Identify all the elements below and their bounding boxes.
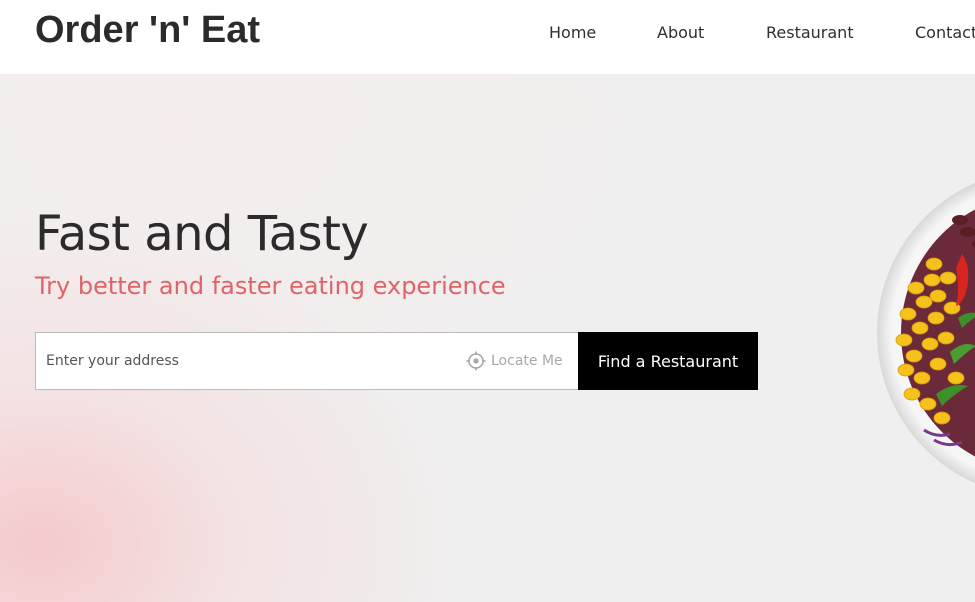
nav-link-home[interactable]: Home — [549, 23, 596, 42]
nav-link-about[interactable]: About — [657, 23, 704, 42]
site-header: Order 'n' Eat Home About Restaurant Cont… — [0, 0, 975, 74]
address-input[interactable] — [46, 345, 446, 377]
nav-link-restaurant[interactable]: Restaurant — [766, 23, 854, 42]
locate-me-button[interactable]: Locate Me — [466, 350, 563, 372]
nav-link-contact[interactable]: Contact — [915, 23, 975, 42]
site-logo[interactable]: Order 'n' Eat — [35, 9, 260, 52]
locate-me-label: Locate Me — [491, 353, 563, 369]
find-restaurant-button[interactable]: Find a Restaurant — [578, 332, 758, 390]
salad-bowl-image — [876, 168, 975, 498]
page: Order 'n' Eat Home About Restaurant Cont… — [0, 0, 975, 602]
address-search-box: Locate Me — [35, 332, 579, 390]
crosshair-icon — [466, 351, 486, 371]
hero-subtitle: Try better and faster eating experience — [35, 272, 506, 300]
hero-title: Fast and Tasty — [35, 206, 369, 262]
